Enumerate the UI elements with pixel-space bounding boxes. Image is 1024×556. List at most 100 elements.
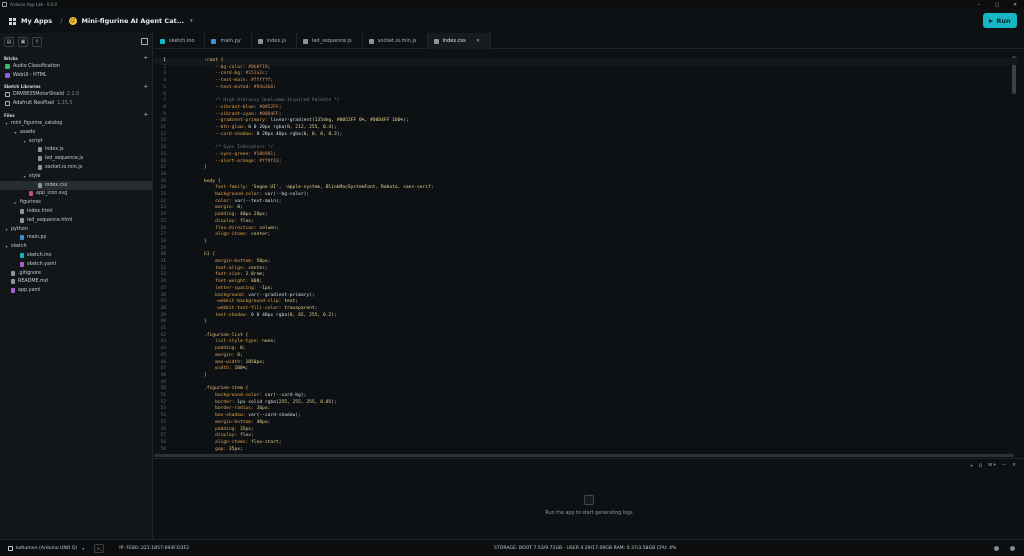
tab-main-py[interactable]: main.py <box>205 33 252 49</box>
console-tool-icon[interactable]: ⌖ <box>970 463 973 469</box>
code-line: 40} <box>154 319 1018 326</box>
file-item[interactable]: index.css <box>0 180 152 190</box>
file-item[interactable]: socket.io.min.js <box>0 163 152 172</box>
collapse-sidebar-icon[interactable] <box>141 38 148 45</box>
brick-icon <box>5 63 10 69</box>
line-number: 51 <box>160 393 166 398</box>
chevron-icon[interactable]: ▾ <box>22 139 27 144</box>
code-text: text-shadow: 0 0 40px rgba(0, 82, 255, 0… <box>204 312 337 318</box>
maximize-icon[interactable]: ▢ <box>988 0 1006 9</box>
library-item[interactable]: DRV8835MotorShield 2.1.0 <box>0 91 152 100</box>
chevron-icon[interactable]: ▸ <box>13 200 18 205</box>
file-label: socket.io.min.js <box>45 165 83 171</box>
folder-item[interactable]: ▾ assets <box>0 128 152 137</box>
new-file-icon[interactable]: ▤ <box>4 37 14 47</box>
board-selector[interactable]: kotlumen (Arduino UNO Q) <box>16 546 77 551</box>
folder-item[interactable]: ▸ figurines <box>0 198 152 207</box>
upload-icon[interactable]: ⇪ <box>32 37 42 47</box>
code-line: 44 padding: 0; <box>154 346 1018 353</box>
file-label: sketch.yaml <box>27 261 56 267</box>
apps-grid-icon[interactable] <box>9 17 16 25</box>
console-tool-icon[interactable]: ✕ <box>1012 463 1016 469</box>
file-item[interactable]: sketch.yaml <box>0 260 152 269</box>
code-line: 28} <box>154 239 1018 246</box>
close-tab-icon[interactable]: ✕ <box>476 38 480 44</box>
file-label: README.md <box>18 279 48 285</box>
python-file-icon <box>20 235 24 241</box>
add-library-icon[interactable]: + <box>144 84 148 90</box>
ino-file-icon <box>20 253 24 259</box>
app-name[interactable]: Mini-figurine AI Agent Cat... <box>82 17 185 25</box>
chevron-icon[interactable]: ▾ <box>4 244 9 249</box>
folder-item[interactable]: ▾ sketch <box>0 242 152 251</box>
file-label: led_sequence.html <box>27 217 73 223</box>
file-item[interactable]: app.yaml <box>0 286 152 295</box>
line-number: 59 <box>160 446 166 452</box>
terminal-icon <box>584 495 594 505</box>
file-item[interactable]: sketch.ino <box>0 251 152 260</box>
editor-horizontal-scrollbar[interactable] <box>154 454 1014 457</box>
tab-sketch-ino[interactable]: sketch.ino <box>154 33 206 49</box>
libraries-header: Sketch Libraries + <box>0 83 152 91</box>
console-tool-icon[interactable]: ⏱ <box>979 463 983 469</box>
close-window-icon[interactable]: ✕ <box>1006 0 1024 9</box>
chevron-icon[interactable]: ▾ <box>4 227 9 232</box>
code-line: 58 align-items: flex-start; <box>154 440 1018 447</box>
new-folder-icon[interactable]: ▣ <box>18 37 28 47</box>
tab-socket-io-min-js[interactable]: socket.io.min.js <box>363 33 428 49</box>
code-text: letter-spacing: -1px; <box>204 285 274 291</box>
code-line: 52 border: 1px solid rgba(255, 255, 255,… <box>154 400 1018 407</box>
tab-label: socket.io.min.js <box>377 38 417 44</box>
file-item[interactable]: index.js <box>0 146 152 155</box>
folder-item[interactable]: ▾ python <box>0 225 152 234</box>
code-text: background-color: var(--bg-color); <box>204 192 310 197</box>
folder-item[interactable]: ▾ script <box>0 137 152 146</box>
file-item[interactable]: README.md <box>0 278 152 287</box>
code-text: :root { <box>204 58 224 63</box>
line-number: 17 <box>160 165 166 171</box>
run-button[interactable]: Run <box>983 13 1017 28</box>
terminal-button[interactable]: >_ <box>94 543 105 553</box>
code-line: 56 padding: 35px; <box>154 427 1018 434</box>
chevron-icon[interactable]: ▾ <box>22 174 27 179</box>
add-brick-icon[interactable]: + <box>144 55 148 61</box>
folder-item[interactable]: ▾ style <box>0 172 152 181</box>
brick-item[interactable]: Audio Classification <box>0 62 152 71</box>
tab-index-js[interactable]: index.js <box>252 33 297 49</box>
code-line: 26 flex-direction: column; <box>154 226 1018 233</box>
file-item[interactable]: .gitignore <box>0 269 152 278</box>
minimize-icon[interactable]: – <box>970 0 988 9</box>
settings-icon[interactable] <box>1010 546 1015 551</box>
code-line: 25 display: flex; <box>154 219 1018 226</box>
console-tool-icon[interactable]: — <box>1002 463 1007 469</box>
add-file-icon[interactable]: + <box>144 112 148 118</box>
code-editor[interactable]: 1:root {2 --bg-color: #0b0f19; 3 --card-b… <box>154 50 1018 454</box>
my-apps-link[interactable]: My Apps <box>21 17 52 25</box>
notifications-icon[interactable] <box>994 546 999 551</box>
chevron-down-icon[interactable]: ▾ <box>190 18 193 24</box>
console-tool-icon[interactable]: ⊞ ▾ <box>988 463 995 469</box>
brick-icon <box>5 72 10 78</box>
brick-item[interactable]: WebUI - HTML <box>0 71 152 80</box>
file-item[interactable]: led_sequence.html <box>0 216 152 225</box>
folder-item[interactable]: ▾ mini_figurine_catalog <box>0 119 152 128</box>
line-number: 55 <box>160 419 166 425</box>
line-number: 11 <box>160 125 166 130</box>
chevron-icon[interactable]: ▾ <box>13 130 18 135</box>
tab-led-sequence-js[interactable]: led_sequence.js <box>297 33 363 49</box>
code-text: .figurine-item { <box>204 386 249 392</box>
code-line: 31 margin-bottom: 50px; <box>154 259 1018 266</box>
code-line: 12 --card-shadow: 0 20px 40px rgba(0, 0,… <box>154 132 1018 139</box>
library-item[interactable]: Adafruit NeoPixel 1.15.5 <box>0 99 152 108</box>
sidebar-toolbar: ▤ ▣ ⇪ <box>0 33 152 51</box>
code-text: -webkit-background-clip: text; <box>204 299 299 305</box>
file-item[interactable]: main.py <box>0 234 152 243</box>
chevron-down-icon[interactable]: ▾ <box>82 546 84 551</box>
file-item[interactable]: app_icon.svg <box>0 190 152 199</box>
tab-index-css[interactable]: index.css ✕ <box>427 33 491 49</box>
file-item[interactable]: led_sequence.js <box>0 154 152 163</box>
chevron-icon[interactable]: ▾ <box>4 121 9 126</box>
line-number: 31 <box>160 259 166 264</box>
code-text: padding: 0; <box>204 346 246 352</box>
file-item[interactable]: index.html <box>0 207 152 216</box>
